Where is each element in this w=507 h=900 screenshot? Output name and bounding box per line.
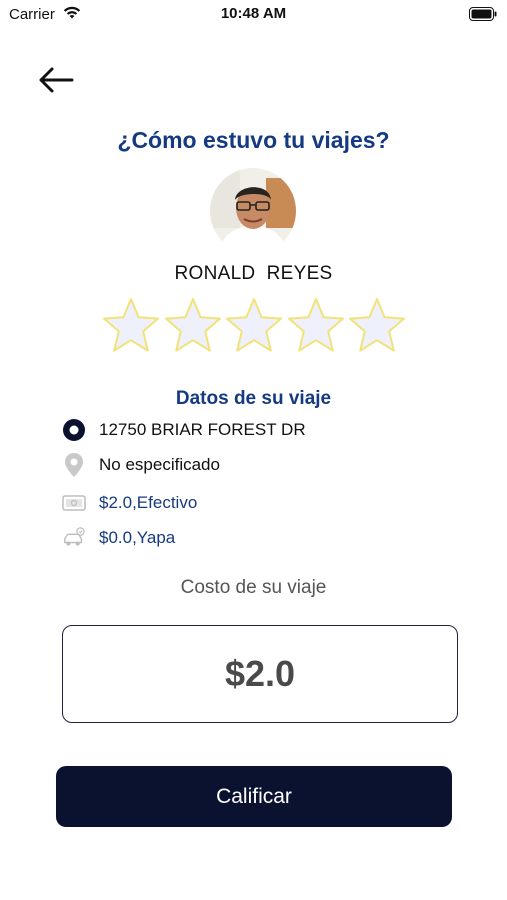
star-icon[interactable]: [286, 296, 346, 354]
star-icon[interactable]: [224, 296, 284, 354]
star-icon[interactable]: [347, 296, 407, 354]
origin-address: 12750 BRIAR FOREST DR: [99, 420, 306, 439]
back-button[interactable]: [34, 62, 78, 98]
cost-label: Costo de su viaje: [180, 577, 327, 598]
driver-name: RONALD REYES: [174, 263, 333, 284]
cash-icon: [62, 491, 86, 515]
origin-row: 12750 BRIAR FOREST DR: [62, 418, 306, 442]
cost-value: $2.0: [224, 653, 296, 694]
status-time: 10:48 AM: [220, 5, 287, 22]
car-tip-icon: [62, 526, 86, 550]
trip-details-title: Datos de su viaje: [175, 388, 332, 409]
star-icon[interactable]: [163, 296, 223, 354]
battery-icon: [469, 7, 497, 26]
rate-button[interactable]: Calificar: [56, 766, 452, 827]
payment-row: $2.0,Efectivo: [62, 491, 197, 515]
rating-stars: [101, 296, 407, 354]
destination-address: No especificado: [99, 455, 220, 474]
location-pin-icon: [62, 453, 86, 477]
arrow-left-icon: [39, 67, 74, 93]
tip-info: $0.0,Yapa: [99, 528, 176, 547]
star-icon[interactable]: [101, 296, 161, 354]
cost-box: $2.0: [62, 625, 458, 723]
origin-dot-icon: [62, 418, 86, 442]
payment-info: $2.0,Efectivo: [99, 493, 198, 512]
driver-avatar: [210, 168, 296, 254]
destination-row: No especificado: [62, 453, 220, 477]
status-bar: Carrier 10:48 AM: [0, 0, 507, 30]
tip-row: $0.0,Yapa: [62, 526, 175, 550]
page-title: ¿Cómo estuvo tu viajes?: [117, 127, 390, 153]
